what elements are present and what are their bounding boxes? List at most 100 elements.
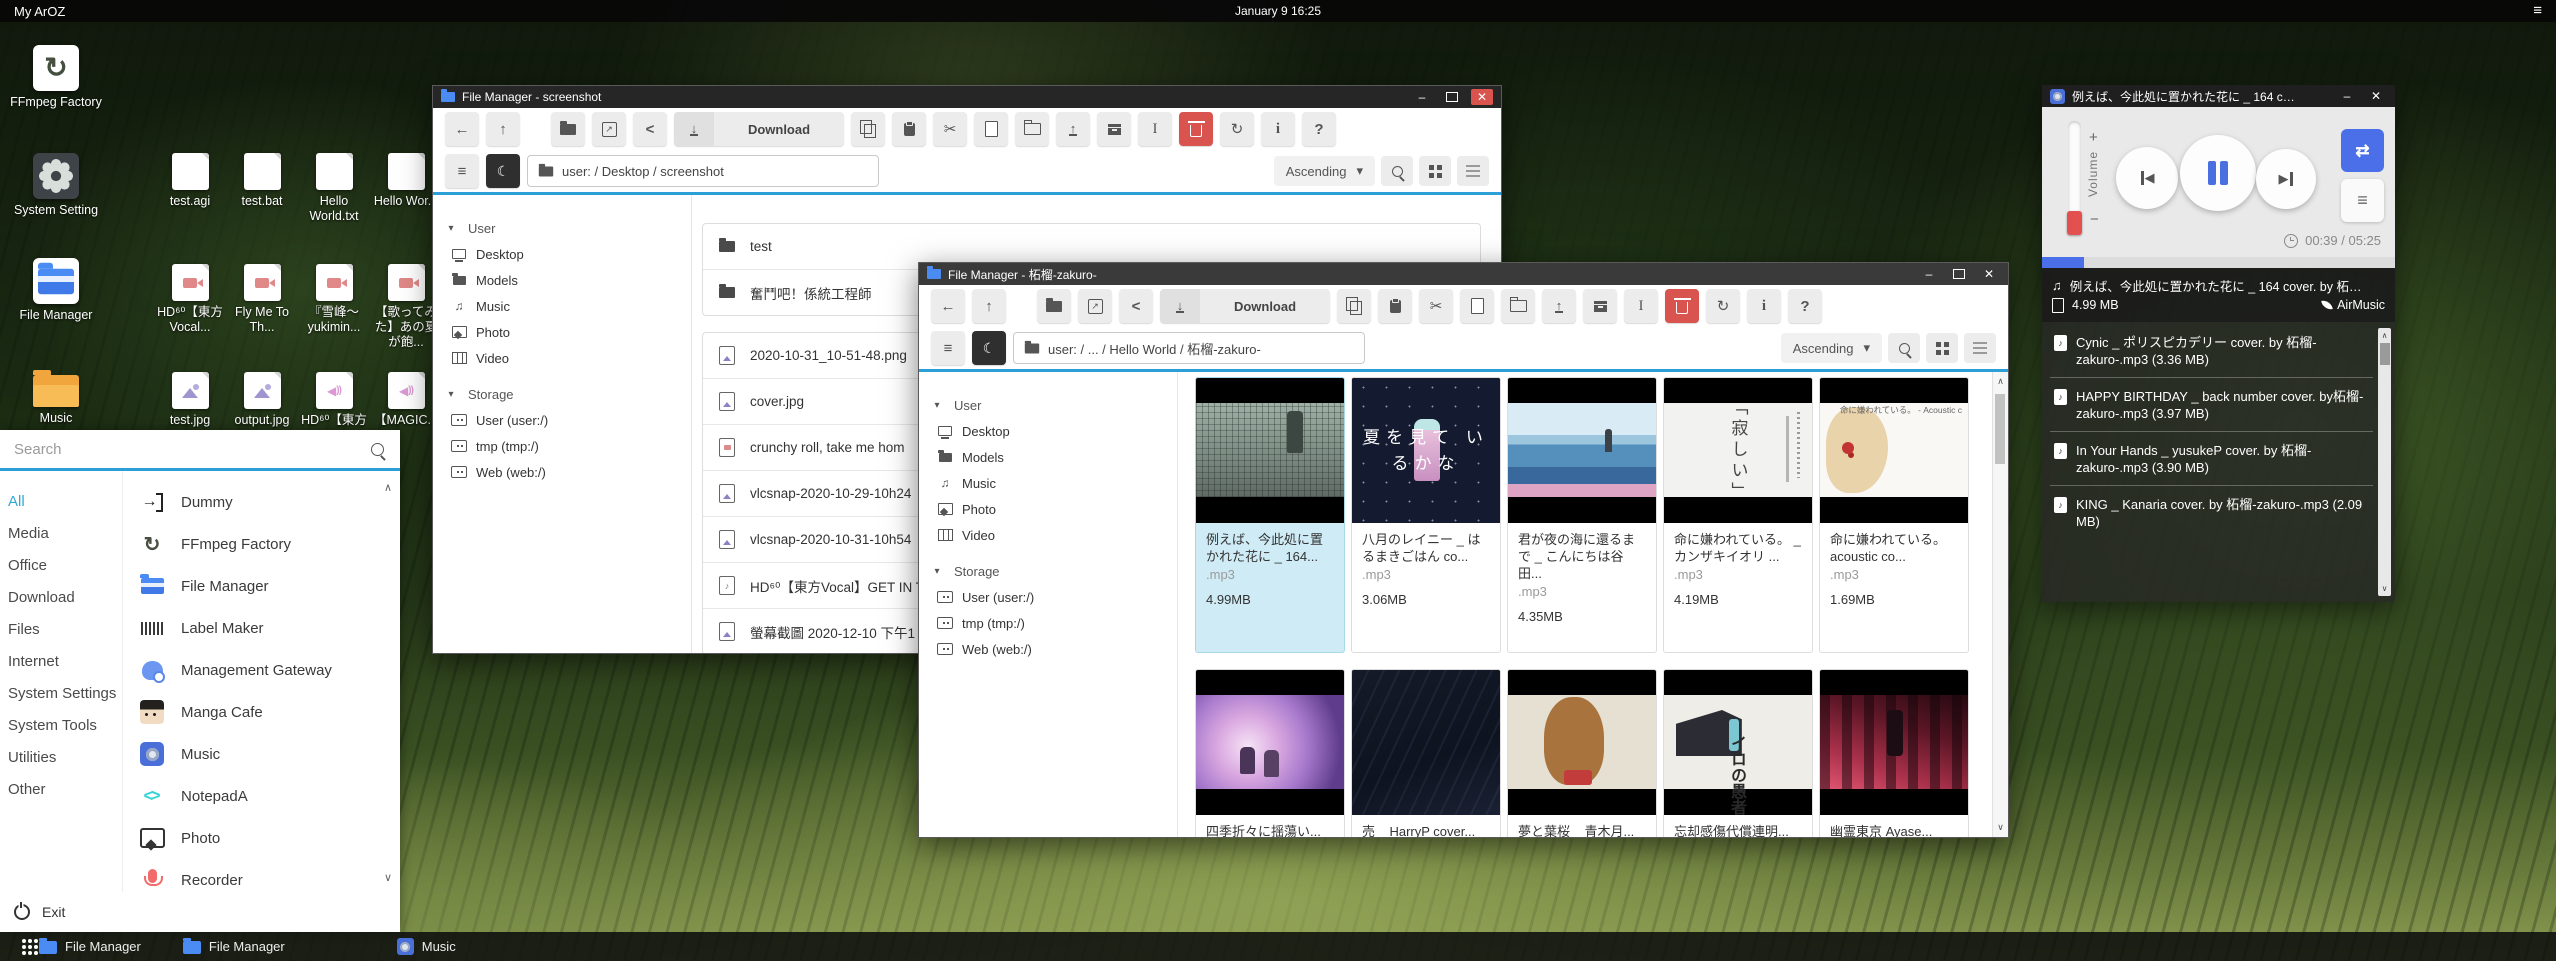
desktop-file-icon[interactable]: test.bat (226, 153, 298, 264)
app-item[interactable]: Photo (123, 817, 400, 859)
sidebar-item[interactable]: Music (919, 470, 1177, 496)
exit-button[interactable]: Exit (0, 892, 400, 932)
menu-toggle-button[interactable]: ≡ (931, 331, 965, 365)
sidebar-item[interactable]: Storage (919, 558, 1177, 584)
sidebar-item[interactable]: Storage (433, 381, 691, 407)
category-item[interactable]: System Tools (0, 709, 122, 741)
category-item[interactable]: All (0, 485, 122, 517)
archive-button[interactable] (1583, 289, 1617, 323)
info-button[interactable]: i (1261, 112, 1295, 146)
new-file-button[interactable] (1460, 289, 1494, 323)
window-titlebar[interactable]: File Manager - screenshot – ✕ (433, 86, 1501, 108)
taskbar-item[interactable]: Music (397, 938, 456, 955)
list-view-button[interactable] (1457, 156, 1489, 186)
sidebar-item[interactable]: tmp (tmp:/) (919, 610, 1177, 636)
sidebar-item[interactable]: Photo (919, 496, 1177, 522)
scroll-up-icon[interactable]: ∧ (384, 481, 392, 494)
close-button[interactable]: ✕ (1978, 266, 2000, 282)
refresh-button[interactable]: ↻ (1706, 289, 1740, 323)
search-button[interactable] (1381, 156, 1413, 186)
app-item[interactable]: Manga Cafe (123, 691, 400, 733)
desktop-file-icon[interactable]: 『雪峰～yukimin... (298, 264, 370, 372)
list-view-button[interactable] (1964, 333, 1996, 363)
file-tile[interactable]: 君が夜の海に還るまで _ こんにちは谷田... .mp3 4.35MB (1507, 377, 1657, 653)
app-item[interactable]: Recorder (123, 859, 400, 892)
progress-bar[interactable] (2042, 257, 2395, 268)
desktop-icon-music-folder[interactable]: Music (10, 368, 102, 426)
dark-mode-button[interactable]: ☾ (972, 331, 1006, 365)
sidebar-item[interactable]: Photo (433, 319, 691, 345)
playlist-item[interactable]: In Your Hands _ yusukeP cover. by 柘榴-zak… (2050, 432, 2373, 486)
app-item[interactable]: Label Maker (123, 607, 400, 649)
window-titlebar[interactable]: 例えば、今此処に置かれた花に _ 164 c… – ✕ (2042, 85, 2395, 107)
maximize-button[interactable] (1953, 269, 1965, 279)
share-button[interactable]: < (1119, 289, 1153, 323)
sidebar-item[interactable]: User (user:/) (433, 407, 691, 433)
search-input[interactable] (0, 441, 371, 458)
system-menu-button[interactable]: My ArOZ (14, 4, 65, 19)
new-folder-button[interactable] (1501, 289, 1535, 323)
desktop-icon-system-setting[interactable]: System Setting (10, 153, 102, 218)
share-button[interactable]: < (633, 112, 667, 146)
sidebar-item[interactable]: User (user:/) (919, 584, 1177, 610)
desktop-file-icon[interactable]: HD⁶⁰【東方Vocal... (154, 264, 226, 372)
volume-down-button[interactable]: − (2090, 211, 2099, 228)
taskbar-item[interactable]: File Manager (183, 939, 285, 954)
back-button[interactable]: ← (445, 112, 479, 146)
minimize-button[interactable]: – (1411, 89, 1433, 105)
taskbar-item[interactable]: File Manager (39, 939, 141, 954)
scrollbar-thumb[interactable] (2380, 343, 2390, 365)
sidebar-item[interactable]: Models (919, 444, 1177, 470)
desktop-icon-file-manager[interactable]: File Manager (10, 258, 102, 323)
app-item[interactable]: NotepadA (123, 775, 400, 817)
open-button[interactable] (1037, 289, 1071, 323)
category-item[interactable]: Office (0, 549, 122, 581)
category-item[interactable]: Files (0, 613, 122, 645)
close-button[interactable]: ✕ (2365, 88, 2387, 104)
sidebar-item[interactable]: Models (433, 267, 691, 293)
repeat-button[interactable]: ⇄ (2341, 129, 2384, 172)
category-item[interactable]: Utilities (0, 741, 122, 773)
file-tile[interactable]: 命に嫌われている。 - Acoustic c 命に嫌われている。acoustic… (1819, 377, 1969, 653)
open-button[interactable] (551, 112, 585, 146)
file-tile[interactable]: 例えば、今此処に置かれた花に _ 164... .mp3 4.99MB (1195, 377, 1345, 653)
up-button[interactable]: ↑ (486, 112, 520, 146)
file-tile[interactable]: イロの愚者 忘却感傷代償連明... (1663, 669, 1813, 837)
upload-button[interactable]: ↑ (1542, 289, 1576, 323)
sidebar-item[interactable]: Web (web:/) (433, 459, 691, 485)
scroll-up-icon[interactable]: ∧ (2378, 331, 2391, 340)
minimize-button[interactable]: – (1918, 266, 1940, 282)
app-item[interactable]: Music (123, 733, 400, 775)
sidebar-item[interactable]: Video (433, 345, 691, 371)
info-button[interactable]: i (1747, 289, 1781, 323)
volume-slider-handle[interactable] (2067, 211, 2082, 235)
app-launcher-button[interactable] (21, 938, 39, 956)
file-tile[interactable]: 「寂しい」 命に嫌われている。 _ カンザキイオリ ... .mp3 4.19M… (1663, 377, 1813, 653)
sidebar-item[interactable]: Desktop (919, 418, 1177, 444)
close-button[interactable]: ✕ (1471, 89, 1493, 105)
path-field[interactable]: user: / Desktop / screenshot (527, 155, 879, 187)
new-file-button[interactable] (974, 112, 1008, 146)
scrollbar[interactable]: ∧ ∨ (1992, 372, 2008, 837)
path-field[interactable]: user: / ... / Hello World / 柘榴-zakuro- (1013, 332, 1365, 364)
next-track-button[interactable]: ▶ (2256, 149, 2316, 209)
scroll-up-icon[interactable]: ∧ (1993, 376, 2008, 387)
window-titlebar[interactable]: File Manager - 柘榴-zakuro- – ✕ (919, 263, 2008, 285)
scroll-down-icon[interactable]: ∨ (384, 871, 392, 884)
file-tile[interactable]: 夏を見て いるかな 八月のレイニー _ はるまきごはん co... .mp3 3… (1351, 377, 1501, 653)
grid-view-button[interactable] (1926, 333, 1958, 363)
category-item[interactable]: Download (0, 581, 122, 613)
maximize-button[interactable] (1446, 92, 1458, 102)
download-button[interactable]: ↓ Download (1160, 289, 1330, 323)
app-item[interactable]: Management Gateway (123, 649, 400, 691)
desktop-icon-ffmpeg-factory[interactable]: ↻ FFmpeg Factory (10, 45, 102, 110)
app-item[interactable]: Dummy (123, 481, 400, 523)
copy-button[interactable] (1337, 289, 1371, 323)
queue-button[interactable]: ≡ (2341, 179, 2384, 222)
playlist-item[interactable]: HAPPY BIRTHDAY _ back number cover. by柘榴… (2050, 378, 2373, 432)
menu-toggle-button[interactable]: ≡ (445, 154, 479, 188)
category-item[interactable]: System Settings (0, 677, 122, 709)
dark-mode-button[interactable]: ☾ (486, 154, 520, 188)
cut-button[interactable]: ✂ (1419, 289, 1453, 323)
sidebar-item[interactable]: Music (433, 293, 691, 319)
